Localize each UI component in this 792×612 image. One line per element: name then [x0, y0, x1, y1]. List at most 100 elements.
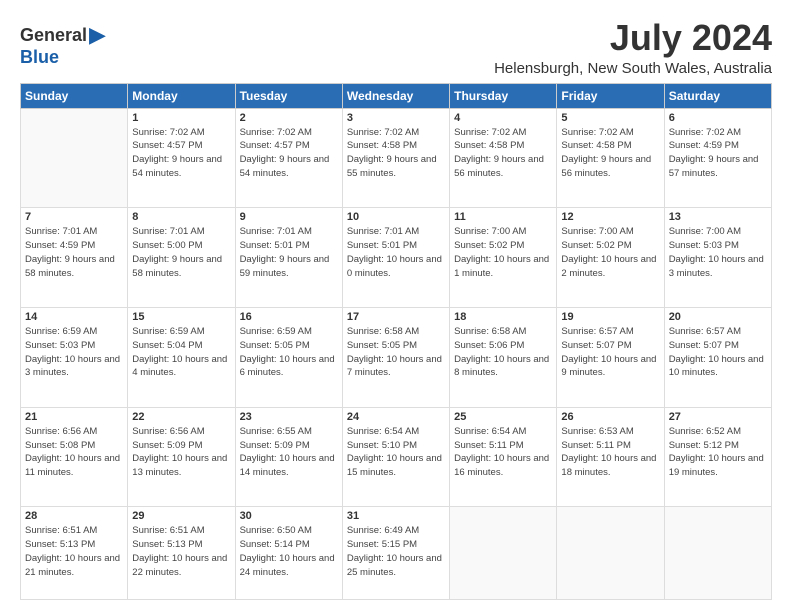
- location: Helensburgh, New South Wales, Australia: [494, 60, 772, 77]
- calendar-week-row: 14Sunrise: 6:59 AMSunset: 5:03 PMDayligh…: [21, 308, 772, 408]
- calendar-week-row: 28 Sunrise: 6:51 AMSunset: 5:13 PMDayligh…: [21, 507, 772, 600]
- table-row: 29 Sunrise: 6:51 AMSunset: 5:13 PMDayligh…: [128, 507, 235, 600]
- calendar-week-row: 21 Sunrise: 6:56 AMSunset: 5:08 PMDayligh…: [21, 407, 772, 507]
- table-row: 17Sunrise: 6:58 AMSunset: 5:05 PMDayligh…: [342, 308, 449, 408]
- col-sunday: Sunday: [21, 83, 128, 108]
- header-row: Sunday Monday Tuesday Wednesday Thursday…: [21, 83, 772, 108]
- day-number: 20: [669, 311, 767, 323]
- day-info: Sunrise: 7:02 AMSunset: 4:59 PMDaylight:…: [669, 126, 767, 181]
- day-info: Sunrise: 6:59 AMSunset: 5:04 PMDaylight:…: [132, 325, 230, 380]
- day-info: Sunrise: 7:02 AMSunset: 4:57 PMDaylight:…: [132, 126, 230, 181]
- table-row: 31 Sunrise: 6:49 AMSunset: 5:15 PMDayligh…: [342, 507, 449, 600]
- day-info: Sunrise: 6:54 AMSunset: 5:11 PMDaylight:…: [454, 425, 552, 480]
- day-number: 4: [454, 112, 552, 124]
- table-row: [450, 507, 557, 600]
- table-row: 26Sunrise: 6:53 AMSunset: 5:11 PMDayligh…: [557, 407, 664, 507]
- day-info: Sunrise: 6:57 AMSunset: 5:07 PMDaylight:…: [669, 325, 767, 380]
- table-row: 14Sunrise: 6:59 AMSunset: 5:03 PMDayligh…: [21, 308, 128, 408]
- col-tuesday: Tuesday: [235, 83, 342, 108]
- day-number: 5: [561, 112, 659, 124]
- day-number: 27: [669, 411, 767, 423]
- day-number: 31: [347, 510, 445, 522]
- table-row: 2 Sunrise: 7:02 AMSunset: 4:57 PMDaylight…: [235, 108, 342, 208]
- table-row: 4 Sunrise: 7:02 AMSunset: 4:58 PMDaylight…: [450, 108, 557, 208]
- table-row: 25 Sunrise: 6:54 AMSunset: 5:11 PMDayligh…: [450, 407, 557, 507]
- table-row: 22Sunrise: 6:56 AMSunset: 5:09 PMDayligh…: [128, 407, 235, 507]
- table-row: 3 Sunrise: 7:02 AMSunset: 4:58 PMDaylight…: [342, 108, 449, 208]
- day-number: 21: [25, 411, 123, 423]
- day-info: Sunrise: 7:00 AMSunset: 5:03 PMDaylight:…: [669, 225, 767, 280]
- day-number: 3: [347, 112, 445, 124]
- day-info: Sunrise: 7:02 AMSunset: 4:58 PMDaylight:…: [561, 126, 659, 181]
- table-row: 6 Sunrise: 7:02 AMSunset: 4:59 PMDaylight…: [664, 108, 771, 208]
- day-number: 24: [347, 411, 445, 423]
- table-row: 12Sunrise: 7:00 AMSunset: 5:02 PMDayligh…: [557, 208, 664, 308]
- day-number: 11: [454, 211, 552, 223]
- day-info: Sunrise: 6:57 AMSunset: 5:07 PMDaylight:…: [561, 325, 659, 380]
- table-row: 23Sunrise: 6:55 AMSunset: 5:09 PMDayligh…: [235, 407, 342, 507]
- day-number: 18: [454, 311, 552, 323]
- day-number: 15: [132, 311, 230, 323]
- col-wednesday: Wednesday: [342, 83, 449, 108]
- day-info: Sunrise: 7:02 AMSunset: 4:57 PMDaylight:…: [240, 126, 338, 181]
- table-row: 21 Sunrise: 6:56 AMSunset: 5:08 PMDayligh…: [21, 407, 128, 507]
- calendar-week-row: 7Sunrise: 7:01 AMSunset: 4:59 PMDaylight…: [21, 208, 772, 308]
- day-info: Sunrise: 6:54 AMSunset: 5:10 PMDaylight:…: [347, 425, 445, 480]
- day-number: 29: [132, 510, 230, 522]
- day-number: 19: [561, 311, 659, 323]
- table-row: 16Sunrise: 6:59 AMSunset: 5:05 PMDayligh…: [235, 308, 342, 408]
- day-number: 30: [240, 510, 338, 522]
- page: General ▶ Blue July 2024 Helensburgh, Ne…: [0, 0, 792, 612]
- table-row: 7Sunrise: 7:01 AMSunset: 4:59 PMDaylight…: [21, 208, 128, 308]
- day-info: Sunrise: 7:00 AMSunset: 5:02 PMDaylight:…: [561, 225, 659, 280]
- day-number: 14: [25, 311, 123, 323]
- title-block: July 2024 Helensburgh, New South Wales, …: [494, 18, 772, 77]
- col-thursday: Thursday: [450, 83, 557, 108]
- day-info: Sunrise: 7:01 AMSunset: 5:01 PMDaylight:…: [347, 225, 445, 280]
- day-info: Sunrise: 7:01 AMSunset: 4:59 PMDaylight:…: [25, 225, 123, 280]
- table-row: 28 Sunrise: 6:51 AMSunset: 5:13 PMDayligh…: [21, 507, 128, 600]
- header: General ▶ Blue July 2024 Helensburgh, Ne…: [20, 18, 772, 77]
- table-row: 5 Sunrise: 7:02 AMSunset: 4:58 PMDaylight…: [557, 108, 664, 208]
- day-number: 10: [347, 211, 445, 223]
- day-info: Sunrise: 6:50 AMSunset: 5:14 PMDaylight:…: [240, 524, 338, 579]
- day-info: Sunrise: 6:49 AMSunset: 5:15 PMDaylight:…: [347, 524, 445, 579]
- day-number: 26: [561, 411, 659, 423]
- day-number: 28: [25, 510, 123, 522]
- day-info: Sunrise: 6:51 AMSunset: 5:13 PMDaylight:…: [132, 524, 230, 579]
- day-number: 25: [454, 411, 552, 423]
- table-row: 20 Sunrise: 6:57 AMSunset: 5:07 PMDayligh…: [664, 308, 771, 408]
- table-row: 10 Sunrise: 7:01 AMSunset: 5:01 PMDayligh…: [342, 208, 449, 308]
- day-number: 16: [240, 311, 338, 323]
- table-row: 24 Sunrise: 6:54 AMSunset: 5:10 PMDayligh…: [342, 407, 449, 507]
- col-monday: Monday: [128, 83, 235, 108]
- calendar-week-row: 1 Sunrise: 7:02 AMSunset: 4:57 PMDaylight…: [21, 108, 772, 208]
- logo-blue: Blue: [20, 48, 59, 66]
- day-info: Sunrise: 6:52 AMSunset: 5:12 PMDaylight:…: [669, 425, 767, 480]
- day-info: Sunrise: 7:02 AMSunset: 4:58 PMDaylight:…: [454, 126, 552, 181]
- day-number: 2: [240, 112, 338, 124]
- day-info: Sunrise: 7:00 AMSunset: 5:02 PMDaylight:…: [454, 225, 552, 280]
- day-info: Sunrise: 7:02 AMSunset: 4:58 PMDaylight:…: [347, 126, 445, 181]
- table-row: 11 Sunrise: 7:00 AMSunset: 5:02 PMDayligh…: [450, 208, 557, 308]
- day-info: Sunrise: 7:01 AMSunset: 5:01 PMDaylight:…: [240, 225, 338, 280]
- day-info: Sunrise: 6:56 AMSunset: 5:08 PMDaylight:…: [25, 425, 123, 480]
- logo-bird-icon: ▶: [89, 22, 106, 48]
- day-number: 1: [132, 112, 230, 124]
- logo: General ▶ Blue: [20, 18, 106, 66]
- day-number: 8: [132, 211, 230, 223]
- table-row: 18 Sunrise: 6:58 AMSunset: 5:06 PMDayligh…: [450, 308, 557, 408]
- day-number: 23: [240, 411, 338, 423]
- day-info: Sunrise: 6:58 AMSunset: 5:06 PMDaylight:…: [454, 325, 552, 380]
- col-friday: Friday: [557, 83, 664, 108]
- table-row: [557, 507, 664, 600]
- day-number: 9: [240, 211, 338, 223]
- day-number: 13: [669, 211, 767, 223]
- day-number: 22: [132, 411, 230, 423]
- day-info: Sunrise: 6:51 AMSunset: 5:13 PMDaylight:…: [25, 524, 123, 579]
- day-number: 6: [669, 112, 767, 124]
- table-row: 8Sunrise: 7:01 AMSunset: 5:00 PMDaylight…: [128, 208, 235, 308]
- day-number: 17: [347, 311, 445, 323]
- table-row: 13 Sunrise: 7:00 AMSunset: 5:03 PMDayligh…: [664, 208, 771, 308]
- table-row: 19 Sunrise: 6:57 AMSunset: 5:07 PMDayligh…: [557, 308, 664, 408]
